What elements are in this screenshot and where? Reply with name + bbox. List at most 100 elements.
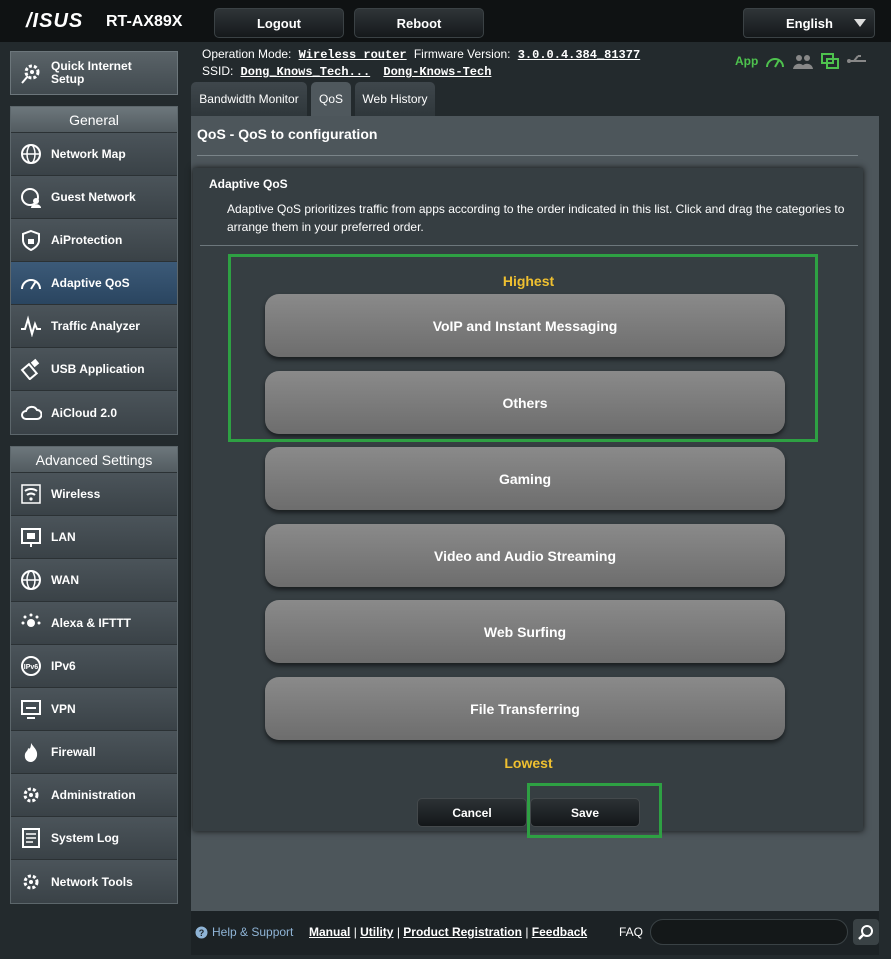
lan-icon <box>19 525 43 549</box>
faq-search-input[interactable] <box>650 919 848 945</box>
sidebar-item-label: AiProtection <box>51 233 123 247</box>
language-value: English <box>786 15 833 31</box>
cloud-icon <box>19 401 43 425</box>
quick-setup-label: Quick Internet Setup <box>51 59 132 86</box>
vpn-icon <box>19 697 43 721</box>
tab-web-history[interactable]: Web History <box>355 82 435 116</box>
usb-icon[interactable] <box>846 52 868 70</box>
sidebar-item-traffic-analyzer[interactable]: Traffic Analyzer <box>11 305 177 348</box>
card-description: Adaptive QoS prioritizes traffic from ap… <box>227 202 845 234</box>
sidebar-item-label: Wireless <box>51 487 101 501</box>
ipv6-icon: IPv6 <box>19 654 43 678</box>
logout-button[interactable]: Logout <box>214 8 344 38</box>
guest-network-icon <box>19 185 43 209</box>
sidebar-item-label: Traffic Analyzer <box>51 319 140 333</box>
sidebar-item-aiprotection[interactable]: AiProtection <box>11 219 177 262</box>
reboot-button[interactable]: Reboot <box>354 8 484 38</box>
advanced-header: Advanced Settings <box>11 447 177 473</box>
ssid-label: SSID: <box>202 64 234 78</box>
sidebar-item-alexa-ifttt[interactable]: Alexa & IFTTT <box>11 602 177 645</box>
wifi-icon <box>19 482 43 506</box>
card-divider <box>200 245 858 246</box>
pulse-icon <box>19 314 43 338</box>
utility-link[interactable]: Utility <box>360 925 393 939</box>
cancel-button[interactable]: Cancel <box>417 798 527 827</box>
firmware-link[interactable]: 3.0.0.4.384_81377 <box>518 48 640 62</box>
advanced-nav: Advanced Settings Wireless LAN WAN Alexa… <box>10 446 178 904</box>
ssid-info-line: SSID: Dong_Knows_Tech... Dong-Knows-Tech <box>202 64 491 79</box>
sidebar-item-aicloud[interactable]: AiCloud 2.0 <box>11 391 177 434</box>
highlight-box-save <box>527 783 662 838</box>
sidebar-item-label: USB Application <box>51 362 145 376</box>
sidebar-item-ipv6[interactable]: IPv6 IPv6 <box>11 645 177 688</box>
internet-status-icon[interactable] <box>764 52 786 70</box>
svg-text:?: ? <box>199 928 205 938</box>
category-file-transferring[interactable]: File Transferring <box>265 677 785 740</box>
sidebar-item-network-map[interactable]: Network Map <box>11 133 177 176</box>
shield-icon <box>19 228 43 252</box>
manual-link[interactable]: Manual <box>309 925 350 939</box>
sidebar-item-label: AiCloud 2.0 <box>51 405 118 420</box>
sidebar-item-wan[interactable]: WAN <box>11 559 177 602</box>
category-video-audio-streaming[interactable]: Video and Audio Streaming <box>265 524 785 587</box>
sidebar-item-usb-application[interactable]: USB Application <box>11 348 177 391</box>
sidebar-item-wireless[interactable]: Wireless <box>11 473 177 516</box>
sidebar-item-administration[interactable]: Administration <box>11 774 177 817</box>
faq-search-button[interactable] <box>853 919 879 945</box>
general-nav: General Network Map Guest Network AiProt… <box>10 106 178 435</box>
chevron-down-icon <box>854 19 866 27</box>
general-header: General <box>11 107 177 133</box>
feedback-link[interactable]: Feedback <box>532 925 587 939</box>
title-divider <box>197 155 858 156</box>
sidebar-item-label: VPN <box>51 702 76 716</box>
sidebar-item-label: Administration <box>51 788 136 802</box>
tools-icon <box>19 870 43 894</box>
alexa-icon <box>19 611 43 635</box>
model-name: RT-AX89X <box>106 13 183 30</box>
admin-gear-icon <box>19 783 43 807</box>
category-gaming[interactable]: Gaming <box>265 447 785 510</box>
footer: ? Help & Support Manual | Utility | Prod… <box>191 911 879 955</box>
sidebar-item-guest-network[interactable]: Guest Network <box>11 176 177 219</box>
operation-info-line: Operation Mode: Wireless router Firmware… <box>202 47 640 62</box>
product-registration-link[interactable]: Product Registration <box>403 925 522 939</box>
log-icon <box>19 826 43 850</box>
wizard-gear-icon <box>19 61 43 85</box>
ssid-link-2[interactable]: Dong-Knows-Tech <box>383 65 491 79</box>
help-support[interactable]: ? Help & Support <box>195 925 293 939</box>
router-admin-page: /ISUS RT-AX89X Logout Reboot English Ope… <box>0 0 891 959</box>
faq-label: FAQ <box>619 925 644 939</box>
sidebar-item-label: LAN <box>51 530 76 544</box>
usb-status-icon[interactable] <box>820 52 840 70</box>
sidebar-item-label: WAN <box>51 573 79 587</box>
svg-text:IPv6: IPv6 <box>24 664 39 671</box>
app-status-label[interactable]: App <box>735 54 758 68</box>
category-web-surfing[interactable]: Web Surfing <box>265 600 785 663</box>
tab-qos[interactable]: QoS <box>311 82 351 116</box>
footer-links: Manual | Utility | Product Registration … <box>309 925 587 939</box>
sidebar-item-label: System Log <box>51 831 120 845</box>
globe-icon <box>19 142 43 166</box>
ssid-link-1[interactable]: Dong_Knows_Tech... <box>241 65 371 79</box>
sidebar-item-lan[interactable]: LAN <box>11 516 177 559</box>
firmware-label: Firmware Version: <box>413 47 511 61</box>
sidebar-item-label: IPv6 <box>51 659 76 673</box>
op-mode-link[interactable]: Wireless router <box>299 48 407 62</box>
status-icons: App <box>735 52 868 70</box>
sidebar-item-network-tools[interactable]: Network Tools <box>11 860 177 903</box>
wan-globe-icon <box>19 568 43 592</box>
sidebar-item-label: Guest Network <box>51 190 136 204</box>
quick-internet-setup-button[interactable]: Quick Internet Setup <box>10 51 178 95</box>
sidebar-item-label: Network Map <box>51 147 126 161</box>
help-support-label: Help & Support <box>212 925 294 939</box>
card-title: Adaptive QoS <box>209 177 288 191</box>
lowest-priority-label: Lowest <box>504 755 553 771</box>
sidebar-item-vpn[interactable]: VPN <box>11 688 177 731</box>
sidebar-item-system-log[interactable]: System Log <box>11 817 177 860</box>
tab-bandwidth-monitor[interactable]: Bandwidth Monitor <box>191 82 307 116</box>
sidebar-item-label: Network Tools <box>51 874 133 889</box>
language-select[interactable]: English <box>743 8 875 38</box>
usb-icon <box>19 357 43 381</box>
top-bar: /ISUS RT-AX89X Logout Reboot English <box>0 0 891 42</box>
clients-icon[interactable] <box>792 52 814 70</box>
